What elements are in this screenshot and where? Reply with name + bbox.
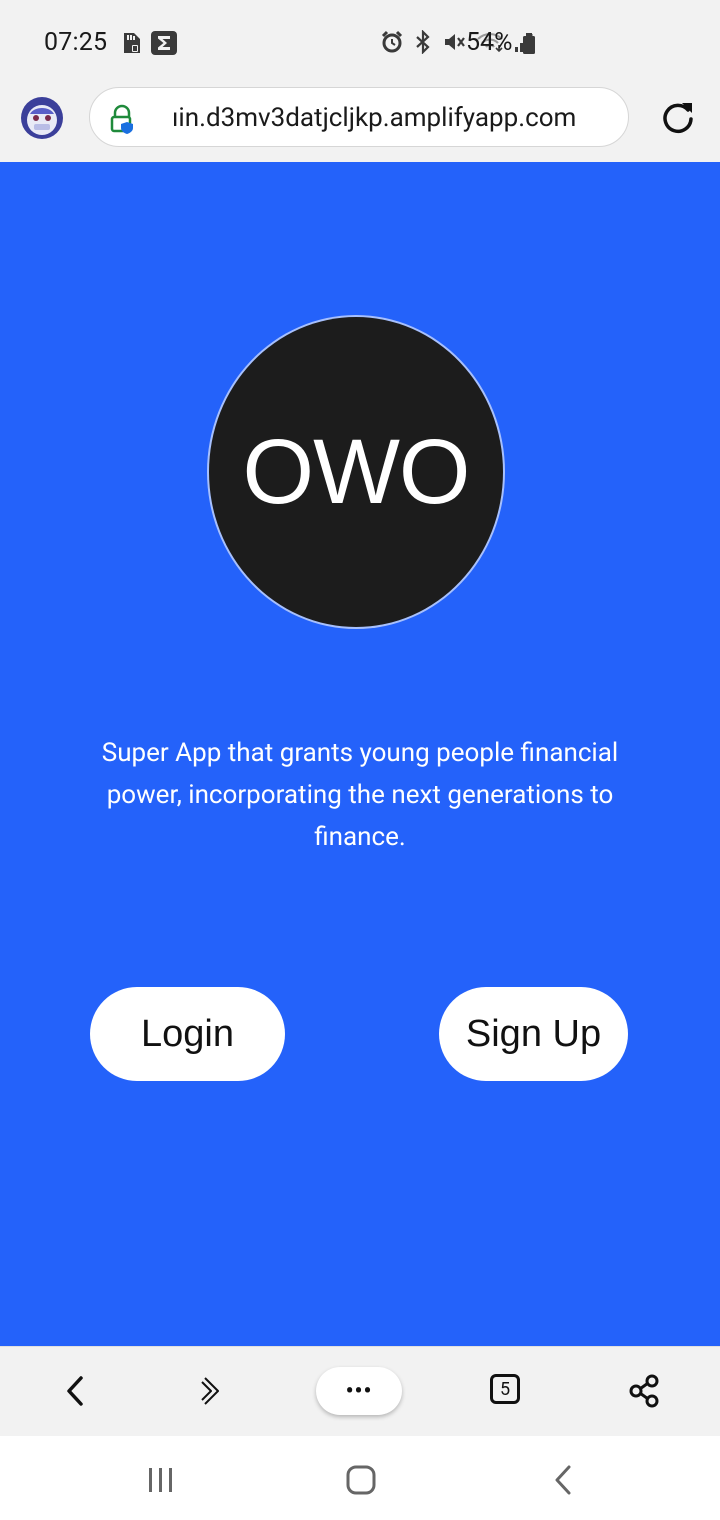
forward-icon[interactable] (198, 1373, 226, 1413)
system-back-icon[interactable] (550, 1464, 576, 1500)
avatar[interactable] (20, 96, 64, 140)
system-nav-bar (0, 1436, 720, 1520)
address-bar[interactable]: ıin.d3mv3datjcljkp.amplifyapp.com (89, 87, 629, 147)
battery-percent: 54% (466, 28, 513, 57)
battery-icon (522, 33, 536, 59)
status-bar: 07:25 54% (0, 0, 720, 84)
status-time: 07:25 (44, 28, 108, 57)
browser-toolbar: ••• 5 (0, 1346, 720, 1436)
login-button[interactable]: Login (90, 987, 285, 1081)
share-icon[interactable] (626, 1373, 662, 1413)
home-icon[interactable] (344, 1464, 378, 1500)
menu-button[interactable]: ••• (316, 1367, 402, 1415)
mute-icon (442, 30, 466, 58)
recents-icon[interactable] (146, 1466, 176, 1498)
back-icon[interactable] (62, 1373, 88, 1413)
logo-text: OWO (242, 420, 471, 523)
alarm-icon (380, 30, 404, 58)
browser-address-row: ıin.d3mv3datjcljkp.amplifyapp.com (0, 84, 720, 162)
url-text[interactable]: ıin.d3mv3datjcljkp.amplifyapp.com (172, 103, 576, 133)
tabs-button[interactable]: 5 (490, 1374, 520, 1404)
reload-icon[interactable] (658, 98, 698, 142)
sd-card-icon (120, 31, 142, 59)
tagline: Super App that grants young people finan… (101, 738, 619, 852)
owo-logo: OWO (205, 313, 507, 631)
sigma-icon (150, 30, 178, 60)
bluetooth-icon (414, 29, 432, 58)
landing-page: OWO Super App that grants young people f… (0, 162, 720, 1346)
lock-icon[interactable] (108, 104, 136, 138)
signup-button[interactable]: Sign Up (439, 987, 628, 1081)
